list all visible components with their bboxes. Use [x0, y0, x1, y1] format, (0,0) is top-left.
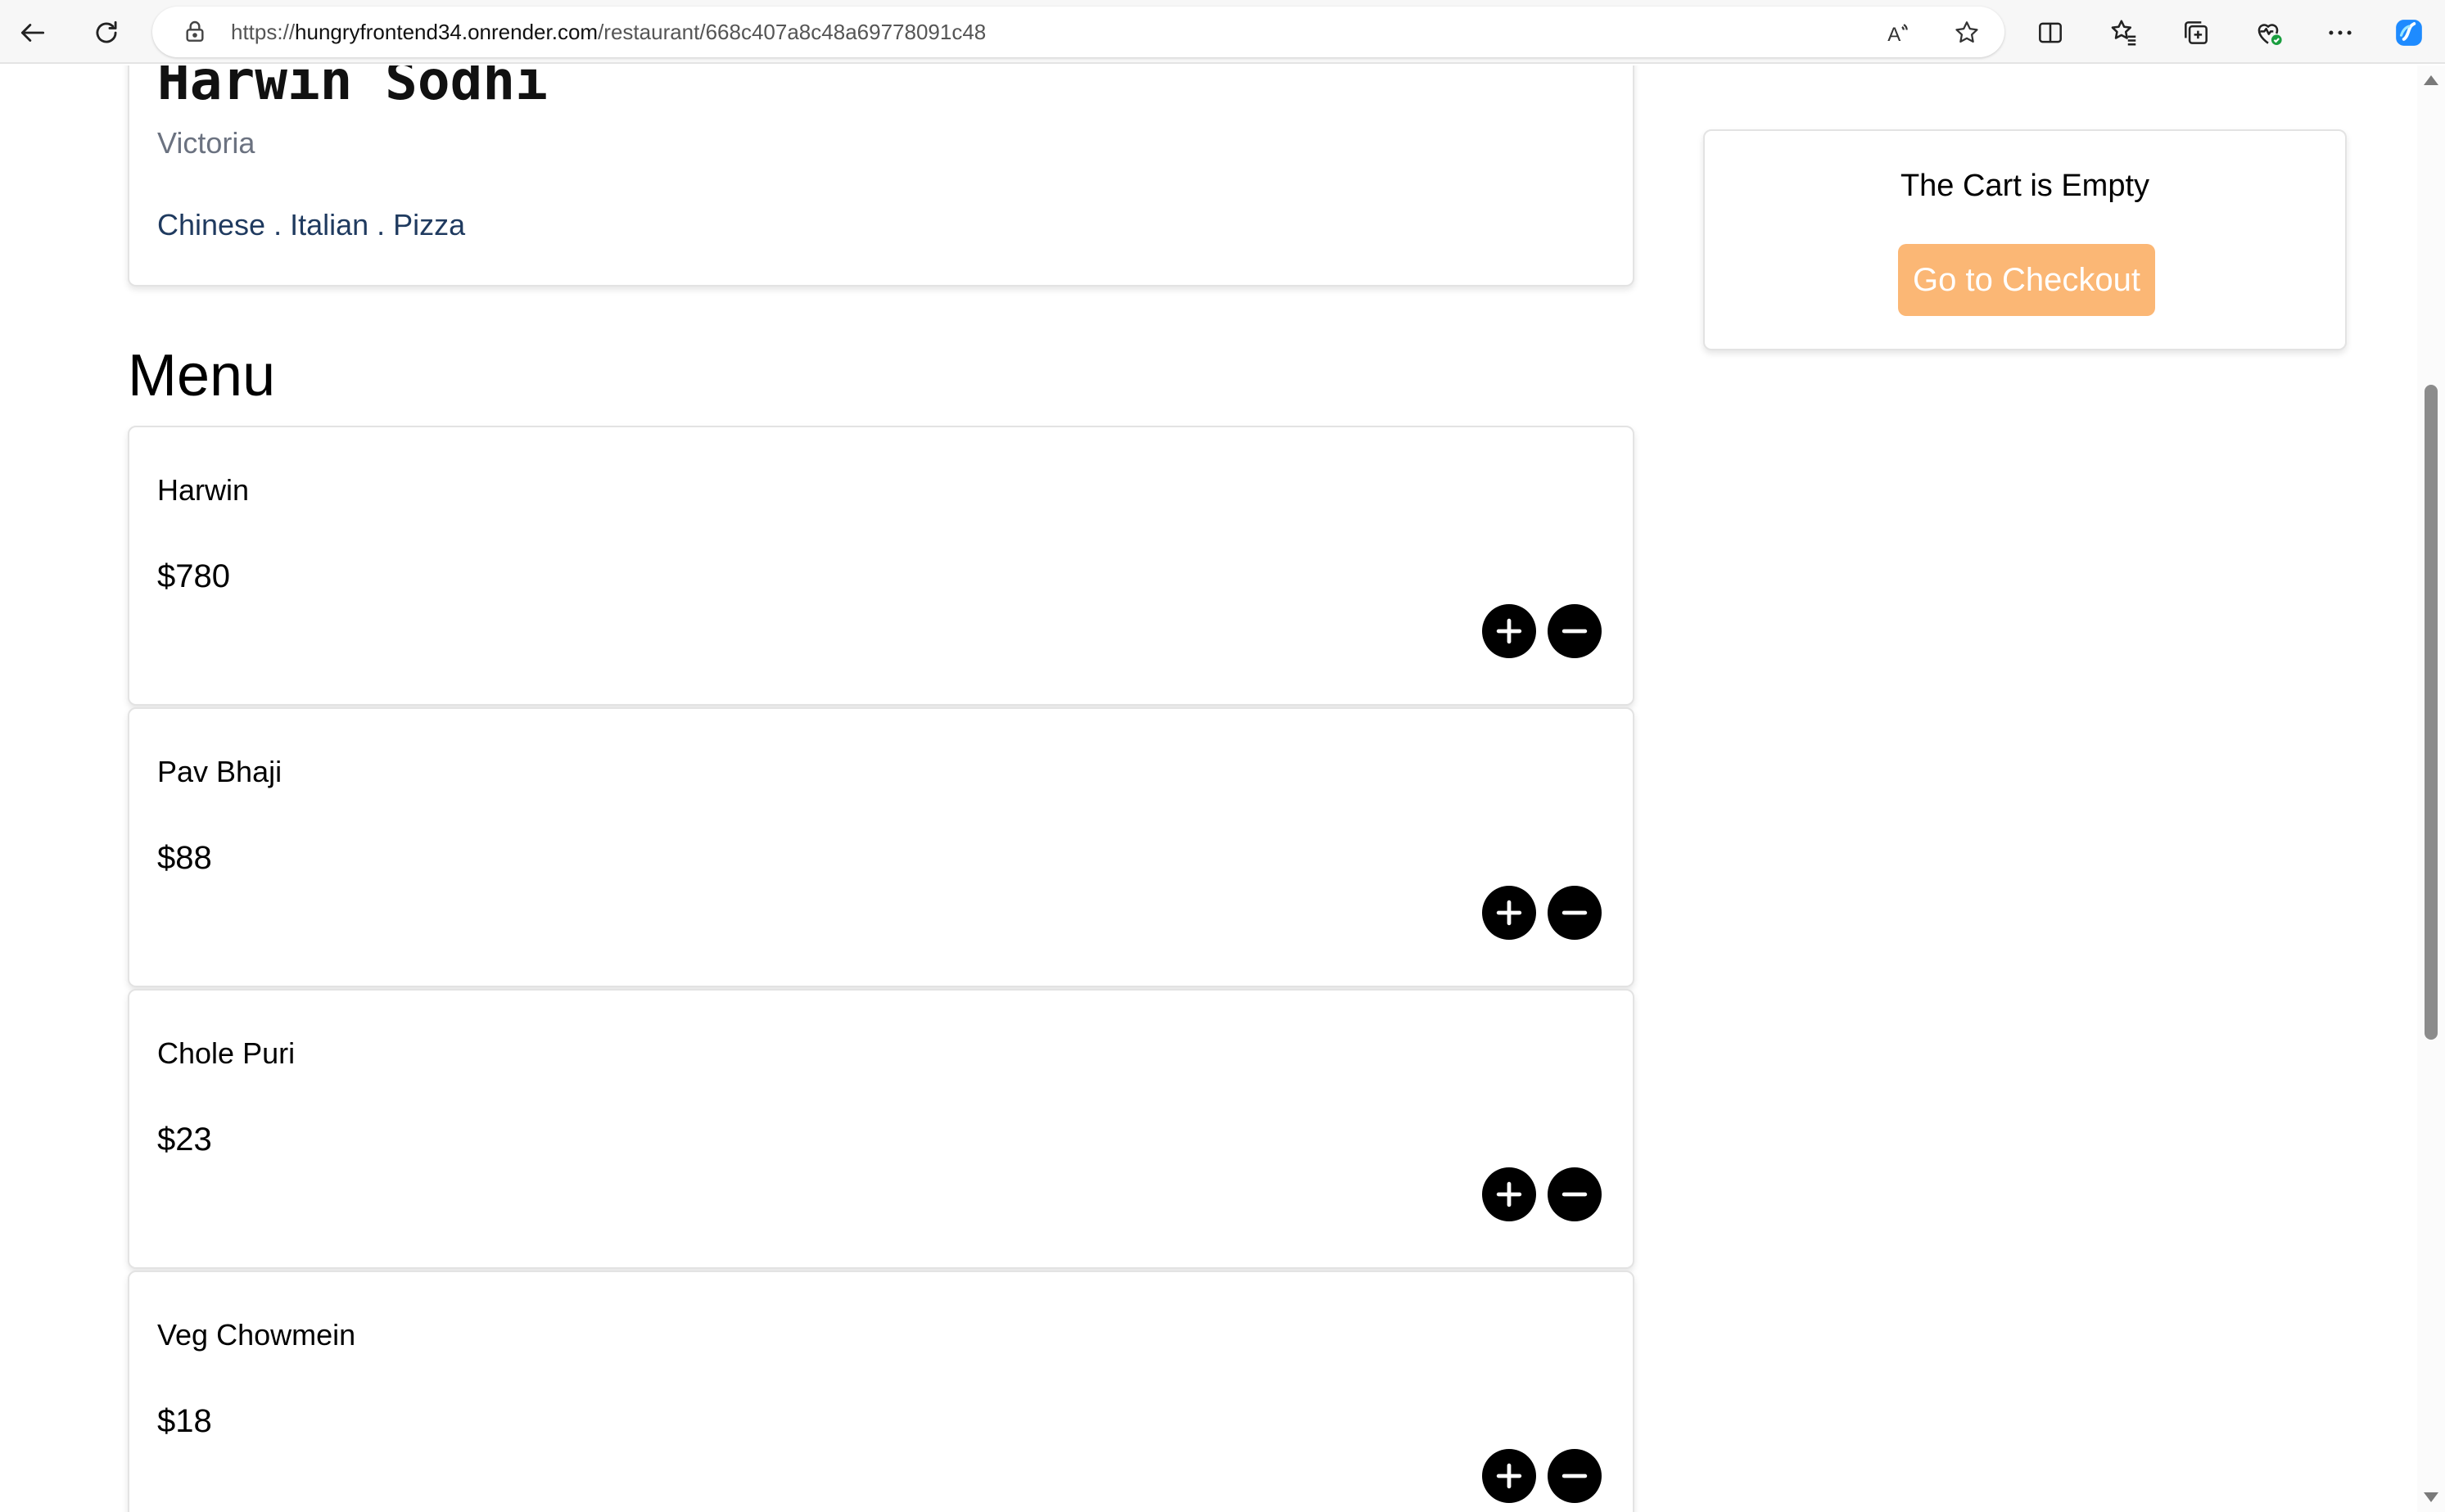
scroll-up-arrow-icon[interactable]	[2424, 75, 2438, 85]
scroll-down-arrow-icon[interactable]	[2424, 1492, 2438, 1502]
menu-item-price: $780	[157, 558, 230, 594]
menu-item-card: Harwin $780	[128, 426, 1634, 706]
scroll-thumb[interactable]	[2425, 385, 2438, 1040]
menu-item-name: Harwin	[157, 473, 250, 507]
copilot-button[interactable]	[2388, 11, 2430, 54]
url-prefix: https://	[231, 20, 296, 44]
remove-item-button[interactable]	[1548, 604, 1602, 658]
refresh-button[interactable]	[85, 11, 128, 54]
more-options-button[interactable]	[2319, 11, 2361, 54]
menu-item-card: Veg Chowmein $18	[128, 1271, 1634, 1512]
menu-item-price: $18	[157, 1403, 212, 1439]
cart-empty-message: The Cart is Empty	[1900, 169, 2150, 203]
plus-icon	[1496, 1181, 1522, 1207]
split-screen-icon	[2039, 22, 2062, 43]
menu-item-name: Veg Chowmein	[157, 1318, 356, 1352]
minus-icon	[1561, 1474, 1588, 1478]
menu-item-price: $23	[157, 1122, 212, 1158]
minus-icon	[1561, 910, 1588, 915]
menu-item-price: $88	[157, 840, 212, 876]
menu-item-card: Pav Bhaji $88	[128, 707, 1634, 987]
remove-item-button[interactable]	[1548, 1449, 1602, 1503]
plus-icon	[1496, 900, 1522, 926]
menu-item-name: Chole Puri	[157, 1036, 296, 1070]
address-bar[interactable]: https://hungryfrontend34.onrender.com/re…	[152, 7, 2004, 57]
page-viewport: Harwin Sodhi Victoria Chinese . Italian …	[0, 65, 2417, 1512]
read-aloud-button[interactable]: A	[1882, 16, 1914, 49]
menu-heading: Menu	[128, 343, 276, 408]
url-path: /restaurant/668c407a8c48a69778091c48	[598, 20, 987, 44]
split-screen-button[interactable]	[2029, 11, 2072, 54]
plus-icon	[1496, 1463, 1522, 1489]
heart-pulse-icon	[2257, 24, 2282, 46]
restaurant-info-card: Harwin Sodhi Victoria Chinese . Italian …	[128, 65, 1634, 287]
svg-text:A: A	[1887, 24, 1901, 46]
back-arrow-icon	[20, 24, 45, 42]
read-aloud-icon: A	[1887, 24, 1908, 46]
menu-item-card: Chole Puri $23	[128, 989, 1634, 1269]
collections-button[interactable]	[2175, 11, 2217, 54]
minus-icon	[1561, 629, 1588, 634]
favorites-button[interactable]	[2103, 11, 2145, 54]
remove-item-button[interactable]	[1548, 1167, 1602, 1221]
star-icon	[1955, 21, 1978, 43]
refresh-icon	[96, 20, 117, 43]
restaurant-city: Victoria	[157, 126, 255, 160]
add-item-button[interactable]	[1482, 604, 1536, 658]
restaurant-cuisines: Chinese . Italian . Pizza	[157, 208, 466, 241]
lock-icon	[186, 20, 204, 42]
favorite-star-button[interactable]	[1950, 16, 1983, 49]
back-button[interactable]	[11, 11, 54, 54]
checkout-button[interactable]: Go to Checkout	[1898, 244, 2155, 316]
plus-icon	[1496, 618, 1522, 644]
url-host: hungryfrontend34.onrender.com	[295, 20, 599, 44]
cart-card: The Cart is Empty Go to Checkout	[1703, 129, 2347, 350]
add-item-button[interactable]	[1482, 1167, 1536, 1221]
add-item-button[interactable]	[1482, 886, 1536, 940]
favorites-list-icon	[2111, 20, 2136, 46]
collections-icon	[2185, 21, 2208, 44]
more-dots-icon	[2329, 30, 2352, 35]
remove-item-button[interactable]	[1548, 886, 1602, 940]
url-text[interactable]: https://hungryfrontend34.onrender.com/re…	[231, 18, 986, 46]
restaurant-name: Harwin Sodhi	[157, 65, 548, 112]
vertical-scrollbar[interactable]	[2417, 65, 2445, 1512]
browser-toolbar: https://hungryfrontend34.onrender.com/re…	[0, 0, 2445, 64]
add-item-button[interactable]	[1482, 1449, 1536, 1503]
browser-essentials-button[interactable]	[2247, 11, 2289, 54]
copilot-icon	[2396, 20, 2422, 46]
minus-icon	[1561, 1192, 1588, 1197]
menu-item-name: Pav Bhaji	[157, 755, 282, 788]
